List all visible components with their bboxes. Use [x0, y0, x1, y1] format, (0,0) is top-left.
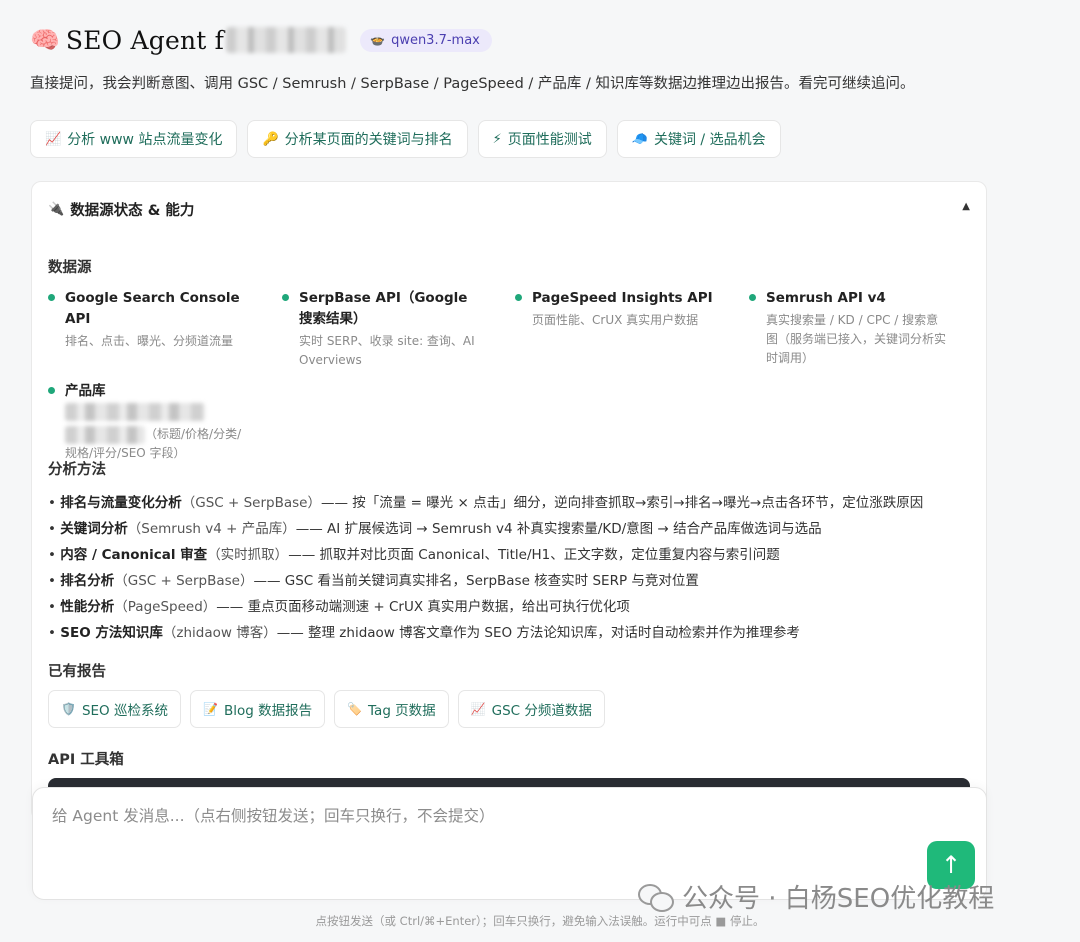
- wechat-icon: [638, 882, 674, 912]
- status-dot: [749, 294, 756, 301]
- source-desc: 真实搜索量 / KD / CPC / 搜索意图（服务端已接入，关键词分析实时调用…: [766, 313, 947, 365]
- message-input[interactable]: [50, 802, 914, 886]
- quick-action-keywords[interactable]: 🔑 分析某页面的关键词与排名: [247, 120, 468, 158]
- quick-actions: 📈 分析 www 站点流量变化 🔑 分析某页面的关键词与排名 ⚡ 页面性能测试 …: [30, 120, 781, 158]
- quick-action-label: 分析某页面的关键词与排名: [284, 132, 453, 148]
- method-item: • 内容 / Canonical 审查（实时抓取）—— 抓取并对比页面 Cano…: [48, 547, 780, 563]
- quick-action-opportunity[interactable]: 🧢 关键词 / 选品机会: [616, 120, 781, 158]
- quick-action-label: 分析 www 站点流量变化: [67, 132, 223, 148]
- report-label: GSC 分频道数据: [491, 703, 592, 719]
- page-title: SEO Agent f: [65, 25, 225, 55]
- arrow-up-icon: ↑: [940, 851, 962, 879]
- source-item: Google Search Console API 排名、点击、曝光、分频道流量: [48, 288, 248, 351]
- source-desc: 排名、点击、曝光、分频道流量: [65, 334, 234, 348]
- sources-heading: 数据源: [48, 260, 92, 276]
- source-desc: 实时 SERP、收录 site: 查询、AI Overviews: [299, 334, 475, 367]
- report-gsc-channels[interactable]: 📈 GSC 分频道数据: [457, 690, 605, 728]
- method-name: 排名分析: [60, 573, 115, 589]
- source-item: 产品库 （标题/价格/分类/规格/评分/SEO 字段）: [48, 381, 248, 463]
- source-name: SerpBase API（Google 搜索结果）: [299, 290, 468, 327]
- redacted-blur: [65, 403, 205, 421]
- redacted-title-blur: [226, 27, 347, 53]
- reports-heading: 已有报告: [48, 664, 106, 680]
- quick-action-traffic[interactable]: 📈 分析 www 站点流量变化: [30, 120, 238, 158]
- datasource-panel: 🔌 数据源状态 & 能力 ▲ 数据源 Google Search Console…: [31, 181, 987, 821]
- method-name: 排名与流量变化分析: [60, 495, 182, 511]
- method-item: • 性能分析（PageSpeed）—— 重点页面移动端测速 + CrUX 真实用…: [48, 599, 630, 615]
- method-desc: —— 按「流量 = 曝光 × 点击」细分，逆向排查抓取→索引→排名→曝光→点击各…: [320, 495, 924, 511]
- chart-icon: 📈: [470, 702, 486, 716]
- report-seo-inspection[interactable]: 🛡️ SEO 巡检系统: [48, 690, 181, 728]
- panel-header[interactable]: 🔌 数据源状态 & 能力 ▲: [48, 199, 970, 220]
- method-name: 性能分析: [60, 599, 115, 615]
- cap-icon: 🧢: [631, 131, 648, 147]
- method-source: （PageSpeed）: [114, 599, 217, 615]
- source-name: 产品库: [65, 381, 248, 423]
- memo-icon: 📝: [202, 702, 218, 716]
- panel-title: 数据源状态 & 能力: [70, 203, 195, 219]
- source-name: PageSpeed Insights API: [532, 290, 713, 306]
- source-name: Google Search Console API: [65, 290, 240, 327]
- method-desc: —— GSC 看当前关键词真实排名，SerpBase 核查实时 SERP 与竞对…: [253, 573, 699, 589]
- status-dot: [48, 294, 55, 301]
- quick-action-performance[interactable]: ⚡ 页面性能测试: [477, 120, 607, 158]
- source-item: PageSpeed Insights API 页面性能、CrUX 真实用户数据: [515, 288, 715, 330]
- method-desc: —— 重点页面移动端测速 + CrUX 真实用户数据，给出可执行优化项: [216, 599, 630, 615]
- status-dot: [515, 294, 522, 301]
- report-label: SEO 巡检系统: [81, 703, 168, 719]
- source-name: Semrush API v4: [766, 290, 886, 306]
- report-label: Tag 页数据: [368, 703, 436, 719]
- methods-list: • 排名与流量变化分析（GSC + SerpBase）—— 按「流量 = 曝光 …: [48, 490, 978, 646]
- method-source: （zhidaow 博客）: [162, 625, 277, 641]
- brain-icon: 🧠: [30, 26, 60, 54]
- shield-icon: 🛡️: [61, 702, 76, 716]
- status-dot: [48, 387, 55, 394]
- reports-list: 🛡️ SEO 巡检系统 📝 Blog 数据报告 🏷️ Tag 页数据 📈 GSC…: [48, 690, 605, 728]
- watermark: 公众号 · 白杨SEO优化教程: [638, 878, 994, 915]
- report-blog-data[interactable]: 📝 Blog 数据报告: [189, 690, 326, 728]
- source-item: Semrush API v4 真实搜索量 / KD / CPC / 搜索意图（服…: [749, 288, 949, 368]
- method-desc: —— 抓取并对比页面 Canonical、Title/H1、正文字数，定位重复内…: [288, 547, 780, 563]
- method-desc: —— 整理 zhidaow 博客文章作为 SEO 方法论知识库，对话时自动检索并…: [276, 625, 800, 641]
- plug-icon: 🔌: [48, 202, 65, 217]
- source-item: SerpBase API（Google 搜索结果） 实时 SERP、收录 sit…: [282, 288, 482, 370]
- method-item: • SEO 方法知识库（zhidaow 博客）—— 整理 zhidaow 博客文…: [48, 625, 800, 641]
- method-name: 内容 / Canonical 审查: [60, 547, 208, 563]
- redacted-blur: [65, 425, 145, 444]
- watermark-text: 公众号 · 白杨SEO优化教程: [682, 884, 995, 914]
- header: 🧠 SEO Agent f 🍲 qwen3.7-max: [30, 22, 492, 58]
- source-desc: 页面性能、CrUX 真实用户数据: [532, 313, 699, 327]
- key-icon: 🔑: [262, 131, 279, 147]
- method-name: SEO 方法知识库: [60, 625, 163, 641]
- send-hint: 点按钮发送（或 Ctrl/⌘+Enter）；回车只换行，避免输入法误触。运行中可…: [315, 914, 765, 928]
- report-tag-pages[interactable]: 🏷️ Tag 页数据: [334, 690, 449, 728]
- model-badge[interactable]: 🍲 qwen3.7-max: [360, 28, 492, 52]
- lightning-icon: ⚡: [492, 131, 502, 147]
- chart-icon: 📈: [45, 131, 62, 147]
- page-subtitle: 直接提问，我会判断意图、调用 GSC / Semrush / SerpBase …: [30, 76, 915, 92]
- method-source: （GSC + SerpBase）: [114, 573, 254, 589]
- method-desc: —— AI 扩展候选词 → Semrush v4 补真实搜索量/KD/意图 → …: [295, 521, 822, 537]
- api-toolbox-heading: API 工具箱: [48, 752, 124, 768]
- report-label: Blog 数据报告: [223, 703, 313, 719]
- method-source: （实时抓取）: [207, 547, 289, 563]
- methods-heading: 分析方法: [48, 462, 106, 478]
- method-source: （GSC + SerpBase）: [181, 495, 321, 511]
- quick-action-label: 关键词 / 选品机会: [653, 132, 766, 148]
- collapse-caret-icon[interactable]: ▲: [962, 201, 970, 212]
- method-item: • 排名分析（GSC + SerpBase）—— GSC 看当前关键词真实排名，…: [48, 573, 699, 589]
- model-name: qwen3.7-max: [391, 32, 480, 48]
- method-source: （Semrush v4 + 产品库）: [127, 521, 296, 537]
- quick-action-label: 页面性能测试: [507, 132, 592, 148]
- pot-icon: 🍲: [370, 33, 386, 47]
- status-dot: [282, 294, 289, 301]
- method-name: 关键词分析: [60, 521, 128, 537]
- method-item: • 排名与流量变化分析（GSC + SerpBase）—— 按「流量 = 曝光 …: [48, 495, 924, 511]
- tag-icon: 🏷️: [347, 702, 363, 716]
- method-item: • 关键词分析（Semrush v4 + 产品库）—— AI 扩展候选词 → S…: [48, 521, 822, 537]
- source-name-text: 产品库: [65, 383, 106, 399]
